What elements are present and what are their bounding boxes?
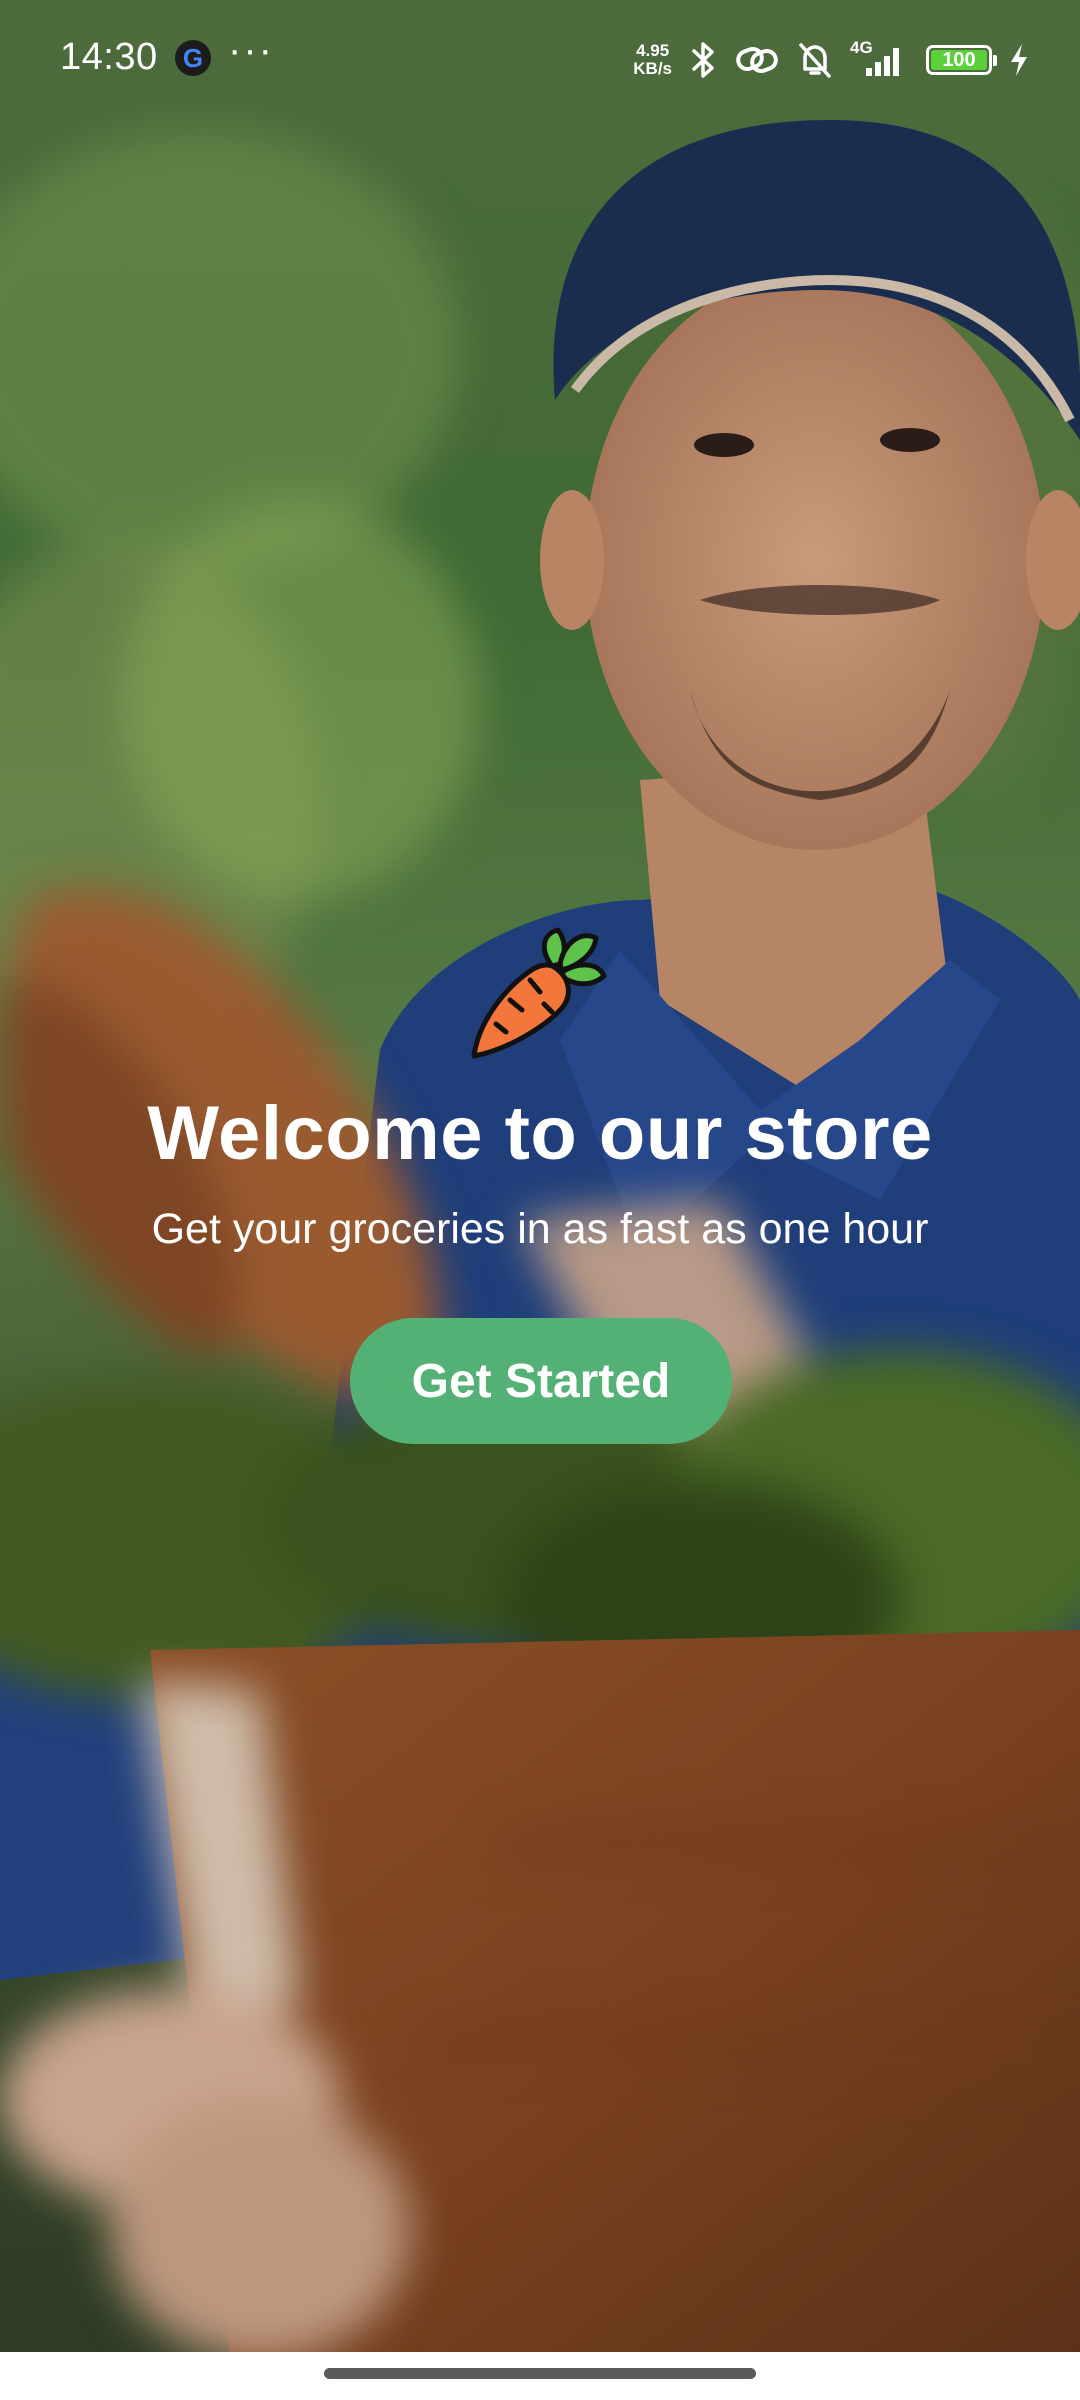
welcome-title: Welcome to our store xyxy=(147,1091,933,1176)
google-icon: G xyxy=(175,40,211,76)
network-speed: 4.95 KB/s xyxy=(633,42,672,78)
charging-icon xyxy=(1011,44,1027,76)
link-icon xyxy=(736,46,778,74)
more-notifications-icon: ··· xyxy=(228,28,274,72)
battery-level: 100 xyxy=(942,48,976,71)
background-photo xyxy=(0,0,1080,2400)
welcome-subtitle: Get your groceries in as fast as one hou… xyxy=(151,1205,929,1253)
status-bar: 14:30 G ··· 4.95 KB/s 4G 100 xyxy=(0,0,1080,120)
carrot-icon xyxy=(471,927,607,1059)
status-icons: 4.95 KB/s 4G 100 xyxy=(633,38,1030,82)
signal-icon xyxy=(866,48,899,76)
onboarding-screen: 14:30 G ··· 4.95 KB/s 4G 100 Welcome to … xyxy=(0,0,1080,2400)
status-time: 14:30 xyxy=(60,36,158,78)
battery-icon: 100 xyxy=(926,45,997,75)
network-speed-unit: KB/s xyxy=(633,59,672,78)
network-speed-value: 4.95 xyxy=(636,41,670,60)
mute-bell-icon xyxy=(799,43,831,78)
home-indicator[interactable] xyxy=(324,2368,756,2379)
navigation-bar xyxy=(0,2352,1080,2400)
get-started-button[interactable]: Get Started xyxy=(350,1318,732,1444)
google-letter: G xyxy=(182,42,204,73)
signal-group: 4G xyxy=(850,38,910,80)
bluetooth-icon xyxy=(692,42,714,78)
